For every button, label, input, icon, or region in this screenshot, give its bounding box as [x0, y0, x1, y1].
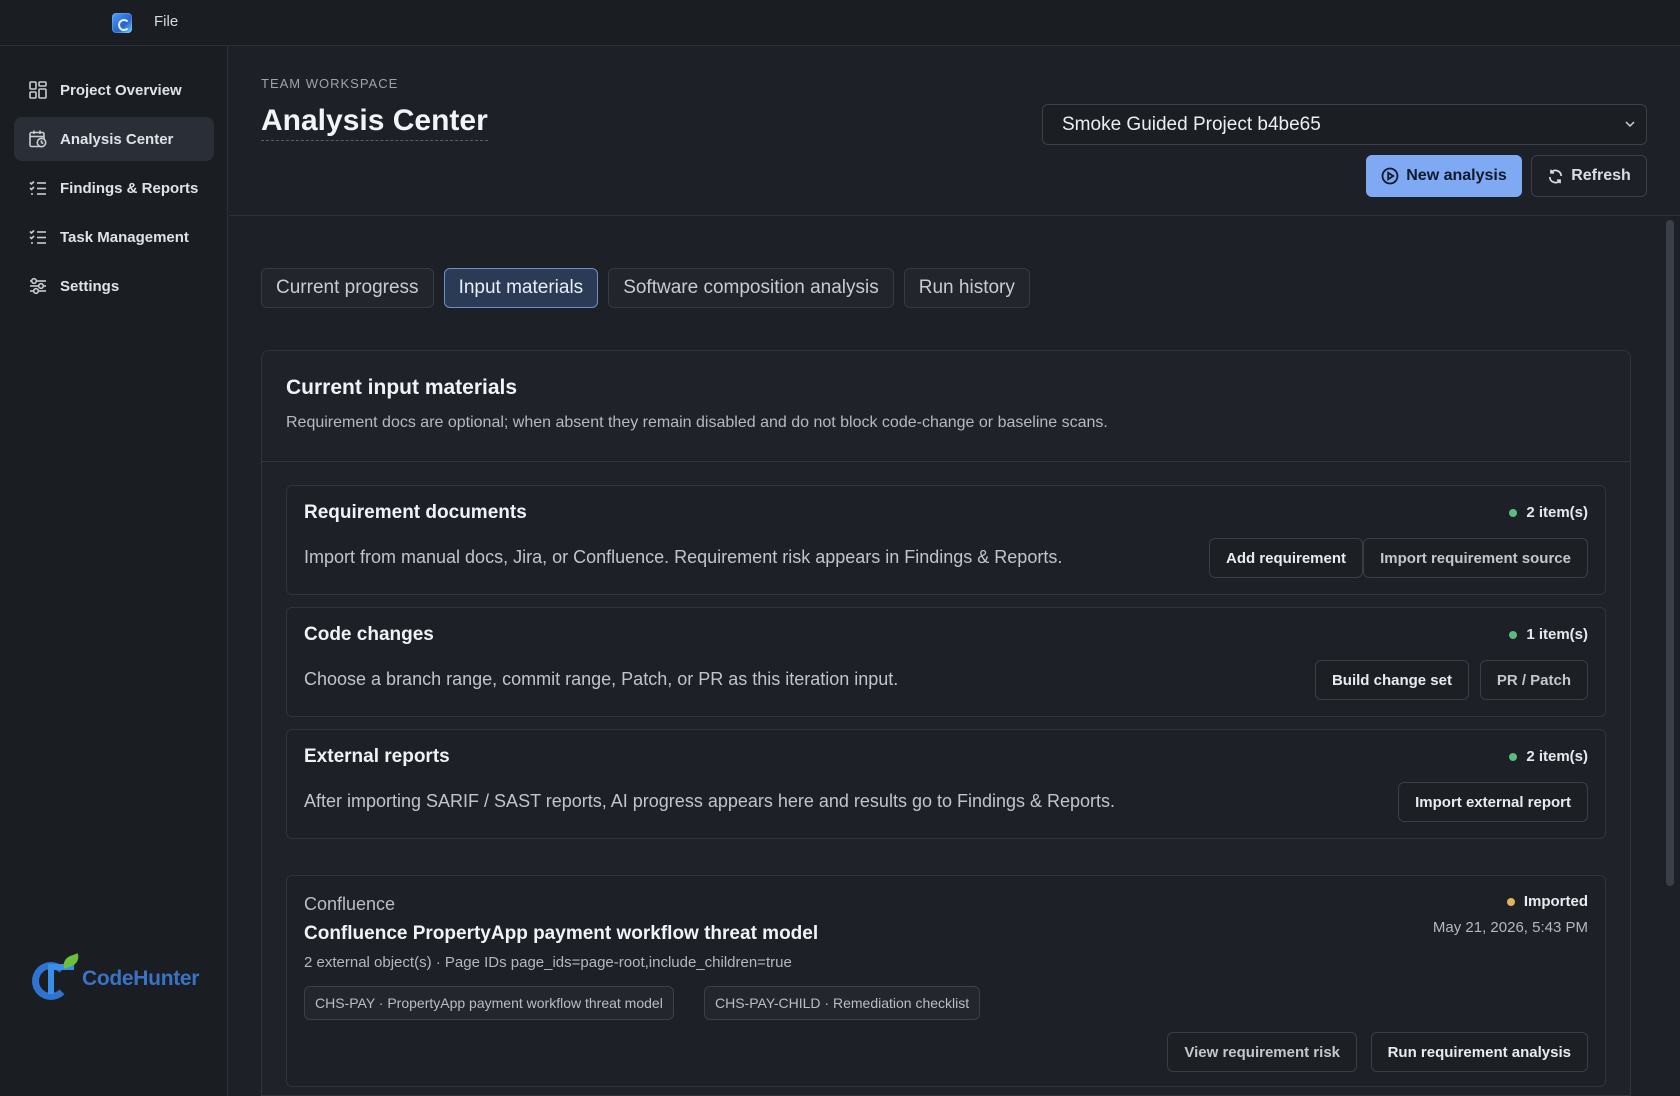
play-circle-icon: [1381, 167, 1399, 185]
item-count-label: 2 item(s): [1526, 748, 1588, 765]
logo-mark: [32, 953, 86, 1002]
import-timestamp: May 21, 2026, 5:43 PM: [1432, 919, 1588, 936]
page-header: TEAM WORKSPACE Analysis Center Smoke Gui…: [229, 46, 1680, 216]
card-subtitle: Requirement docs are optional; when abse…: [286, 414, 1108, 431]
sidebar-item-project-overview[interactable]: Project Overview: [14, 68, 214, 112]
logo-text: CodeHunter: [82, 967, 200, 990]
new-analysis-button[interactable]: New analysis: [1366, 155, 1522, 197]
item-count: 2 item(s): [1509, 504, 1588, 521]
status-dot: [1506, 897, 1515, 906]
sidebar-item-label: Findings & Reports: [60, 179, 199, 197]
refresh-icon: [1549, 169, 1563, 183]
item-count: 1 item(s): [1509, 626, 1588, 643]
requirement-documents-section: Requirement documents 2 item(s) Import f…: [286, 485, 1606, 595]
section-title: Code changes: [304, 624, 434, 645]
section-description: Import from manual docs, Jira, or Conflu…: [304, 547, 1063, 567]
status-label: Imported: [1523, 893, 1588, 910]
view-requirement-risk-button[interactable]: View requirement risk: [1167, 1032, 1357, 1072]
input-materials-card: Current input materials Requirement docs…: [261, 350, 1631, 1096]
new-analysis-label: New analysis: [1406, 167, 1507, 184]
import-requirement-source-button[interactable]: Import requirement source: [1363, 538, 1588, 578]
section-description: After importing SARIF / SAST reports, AI…: [304, 791, 1116, 811]
tab-input-materials[interactable]: Input materials: [443, 268, 599, 308]
code-changes-section: Code changes 1 item(s) Choose a branch r…: [286, 607, 1606, 717]
refresh-button[interactable]: Refresh: [1531, 155, 1647, 197]
status-dot: [1509, 508, 1518, 517]
import-external-report-button[interactable]: Import external report: [1398, 782, 1588, 822]
section-title: Requirement documents: [304, 502, 527, 523]
status-dot: [1509, 752, 1518, 761]
workspace-label: TEAM WORKSPACE: [261, 76, 399, 91]
tab-run-history[interactable]: Run history: [903, 268, 1030, 308]
sidebar: Project Overview Analysis Center Finding…: [0, 46, 228, 1096]
tab-current-progress[interactable]: Current progress: [261, 268, 434, 308]
menu-file[interactable]: File: [154, 13, 178, 30]
chevron-down-icon: [1625, 121, 1635, 128]
tab-software-composition-analysis[interactable]: Software composition analysis: [608, 268, 894, 308]
sidebar-item-settings[interactable]: Settings: [14, 264, 214, 308]
refresh-label: Refresh: [1571, 167, 1631, 184]
scrollbar[interactable]: [1666, 220, 1674, 886]
source-label: Confluence: [304, 894, 396, 914]
object-chip: CHS-PAY-CHILD · Remediation checklist: [704, 986, 981, 1020]
item-count: 2 item(s): [1509, 748, 1588, 765]
tab-bar: Current progress Input materials Softwar…: [261, 268, 1030, 308]
imported-requirement-item: Confluence Confluence PropertyApp paymen…: [286, 875, 1606, 1087]
sidebar-item-label: Project Overview: [60, 81, 182, 99]
add-requirement-button[interactable]: Add requirement: [1208, 538, 1363, 578]
section-title: External reports: [304, 746, 450, 767]
sidebar-item-label: Settings: [60, 277, 120, 295]
checklist-icon: [28, 178, 48, 198]
calendar-clock-icon: [28, 129, 48, 149]
menu-bar: File: [0, 0, 1680, 46]
item-meta: 2 external object(s) · Page IDs page_ids…: [304, 954, 792, 971]
sidebar-item-label: Task Management: [60, 228, 189, 246]
sidebar-item-analysis-center[interactable]: Analysis Center: [14, 117, 214, 161]
item-count-label: 1 item(s): [1526, 626, 1588, 643]
codehunter-logo: CodeHunter: [32, 953, 202, 1002]
sliders-icon: [28, 276, 48, 296]
sidebar-item-task-management[interactable]: Task Management: [14, 215, 214, 259]
sidebar-item-label: Analysis Center: [60, 130, 174, 148]
grid-icon: [28, 80, 48, 100]
external-reports-section: External reports 2 item(s) After importi…: [286, 729, 1606, 839]
project-select[interactable]: Smoke Guided Project b4be65: [1042, 104, 1647, 145]
section-description: Choose a branch range, commit range, Pat…: [304, 669, 899, 689]
item-title: Confluence PropertyApp payment workflow …: [304, 923, 819, 944]
sidebar-item-findings-reports[interactable]: Findings & Reports: [14, 166, 214, 210]
project-select-value: Smoke Guided Project b4be65: [1062, 113, 1321, 135]
app-icon: [112, 13, 132, 33]
card-header: Current input materials Requirement docs…: [262, 351, 1630, 462]
object-chip: CHS-PAY · PropertyApp payment workflow t…: [304, 986, 674, 1020]
build-change-set-button[interactable]: Build change set: [1314, 660, 1469, 700]
status-dot: [1509, 630, 1518, 639]
checklist-icon: [28, 227, 48, 247]
pr-patch-button[interactable]: PR / Patch: [1479, 660, 1588, 700]
card-title: Current input materials: [286, 376, 518, 399]
page-title: Analysis Center: [261, 104, 488, 141]
run-requirement-analysis-button[interactable]: Run requirement analysis: [1370, 1032, 1588, 1072]
status-badge: Imported: [1506, 893, 1588, 910]
item-count-label: 2 item(s): [1526, 504, 1588, 521]
